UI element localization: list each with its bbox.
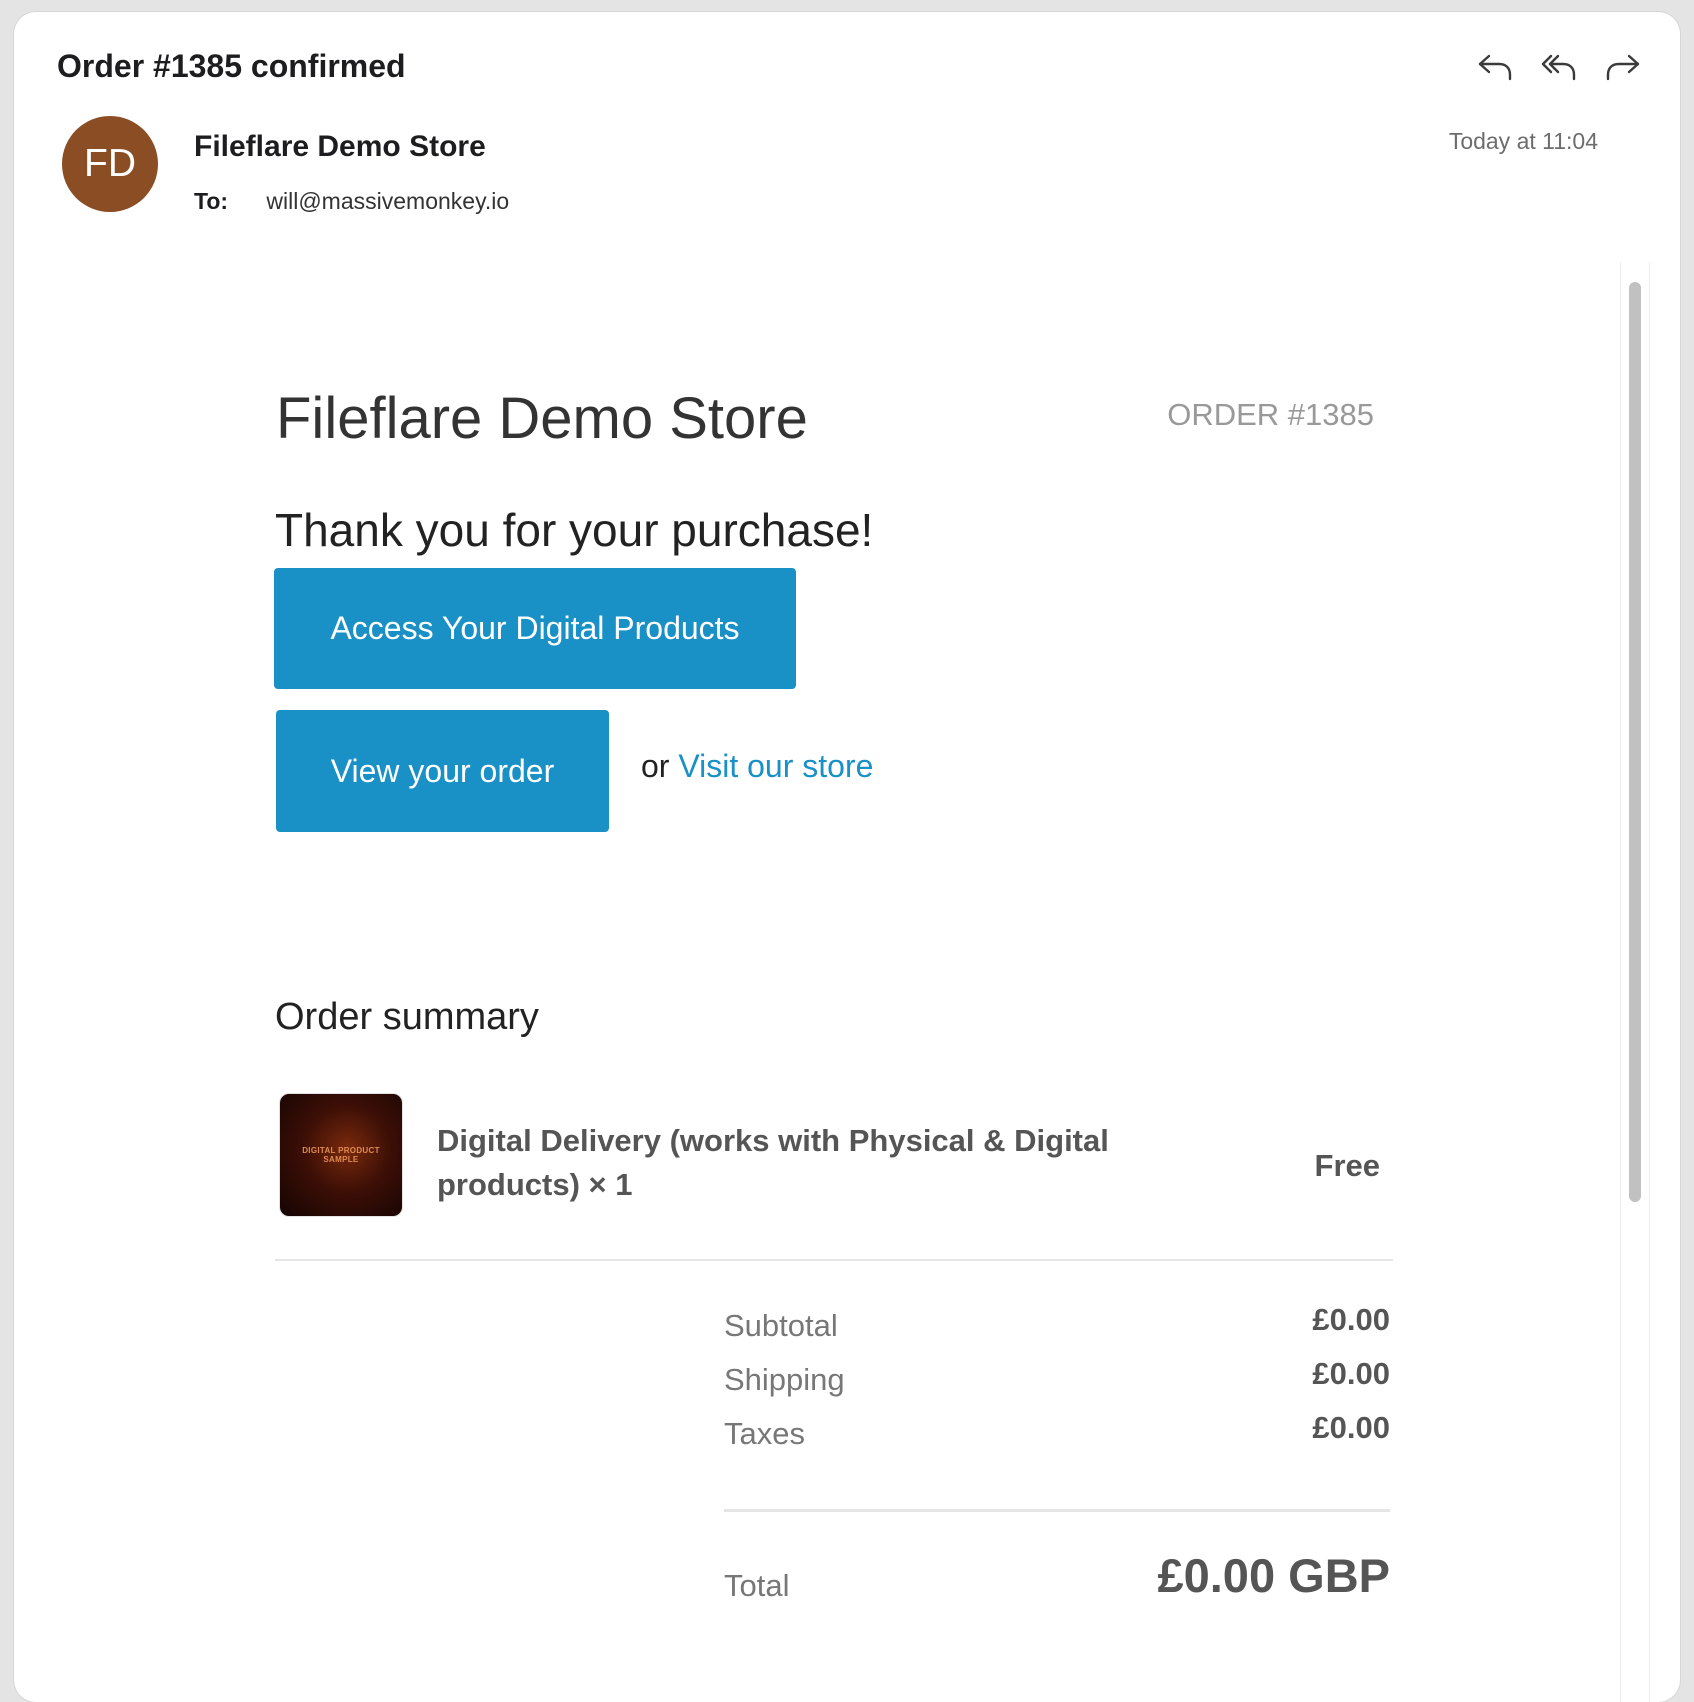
thumb-text-line1: DIGITAL PRODUCT	[302, 1146, 380, 1155]
taxes-row: Taxes £0.00	[724, 1410, 1390, 1464]
view-order-button[interactable]: View your order	[276, 710, 609, 832]
totals-table: Subtotal £0.00 Shipping £0.00 Taxes £0.0…	[724, 1302, 1390, 1464]
subtotal-value: £0.00	[1312, 1302, 1390, 1337]
shipping-value: £0.00	[1312, 1356, 1390, 1391]
store-title: Fileflare Demo Store	[276, 386, 808, 451]
reply-icon[interactable]	[1476, 48, 1514, 86]
mail-window: Order #1385 confirmed FD Fileflare Demo …	[14, 12, 1680, 1702]
total-value: £0.00 GBP	[1157, 1549, 1390, 1602]
reply-all-icon[interactable]	[1540, 48, 1578, 86]
subtotal-label: Subtotal	[724, 1308, 838, 1343]
mail-actions	[1476, 48, 1642, 86]
visit-store-row: or Visit our store	[641, 748, 873, 785]
recipient-row: To: will@massivemonkey.io	[194, 188, 509, 215]
received-date: Today at 11:04	[1448, 128, 1598, 154]
visit-store-link[interactable]: Visit our store	[678, 748, 873, 784]
scrollbar[interactable]	[1620, 262, 1650, 1702]
total-row: Total £0.00 GBP	[724, 1548, 1390, 1618]
product-price: Free	[1314, 1148, 1380, 1183]
taxes-value: £0.00	[1312, 1410, 1390, 1445]
or-text: or	[641, 748, 670, 784]
access-digital-products-button[interactable]: Access Your Digital Products	[274, 568, 796, 689]
taxes-label: Taxes	[724, 1416, 805, 1451]
thumb-text-line2: SAMPLE	[323, 1155, 359, 1164]
order-summary-heading: Order summary	[275, 996, 539, 1038]
product-name: Digital Delivery (works with Physical & …	[437, 1123, 1109, 1202]
shipping-row: Shipping £0.00	[724, 1356, 1390, 1410]
subtotal-row: Subtotal £0.00	[724, 1302, 1390, 1356]
to-label: To:	[194, 188, 229, 214]
order-number: ORDER #1385	[1167, 397, 1374, 432]
recipient-address[interactable]: will@massivemonkey.io	[266, 188, 509, 214]
product-thumbnail-text: DIGITAL PRODUCT SAMPLE	[302, 1146, 380, 1164]
shipping-label: Shipping	[724, 1362, 845, 1397]
totals-divider	[724, 1509, 1390, 1512]
email-subject: Order #1385 confirmed	[57, 48, 406, 84]
total-label: Total	[724, 1568, 790, 1603]
divider	[275, 1259, 1393, 1261]
sender-name: Fileflare Demo Store	[194, 130, 486, 163]
forward-icon[interactable]	[1604, 48, 1642, 86]
thank-you-heading: Thank you for your purchase!	[275, 504, 874, 556]
scrollbar-thumb[interactable]	[1629, 282, 1641, 1202]
sender-avatar: FD	[62, 116, 158, 212]
product-thumbnail: DIGITAL PRODUCT SAMPLE	[279, 1093, 403, 1217]
